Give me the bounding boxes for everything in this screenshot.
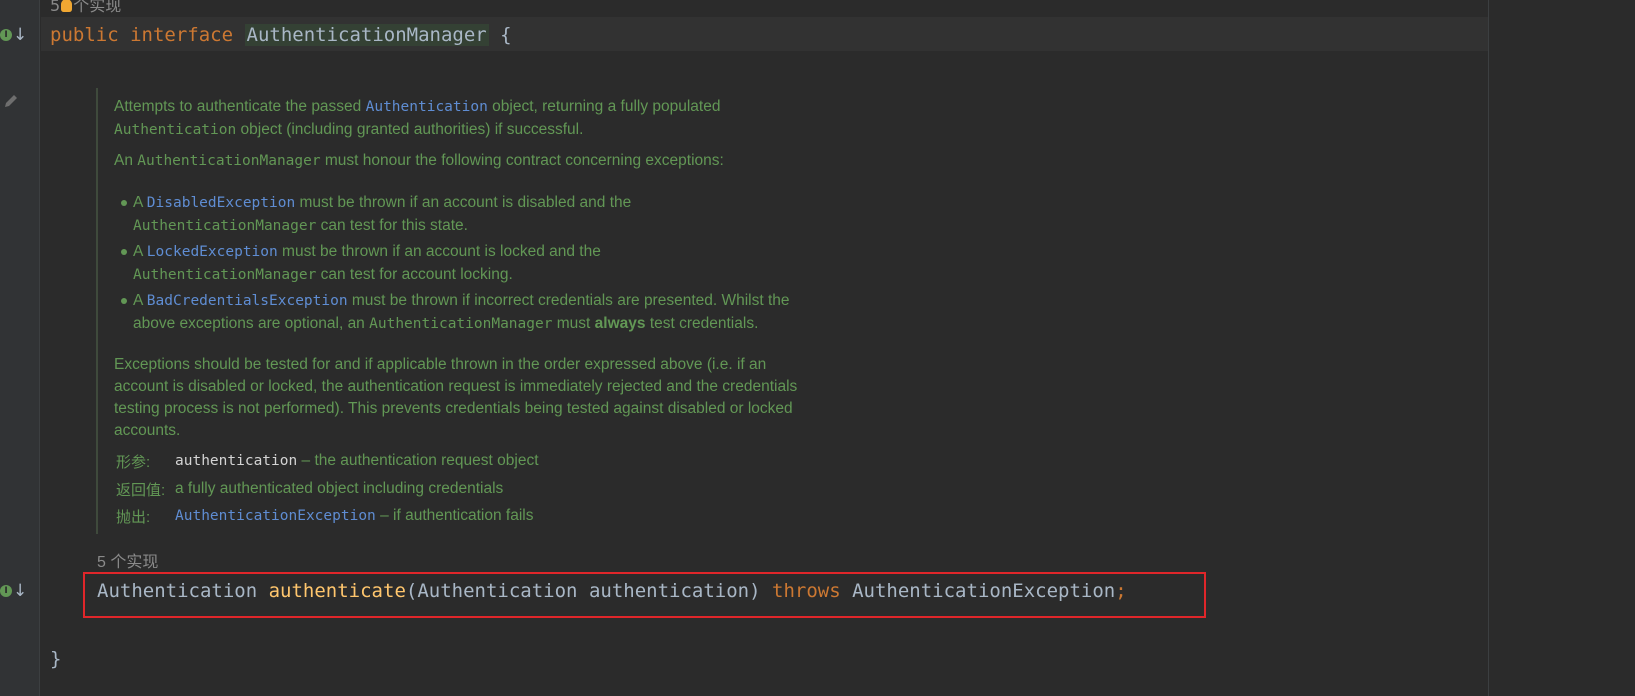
hint-count: 5	[50, 0, 61, 15]
implemented-gutter-icon[interactable]: I ↓	[0, 25, 28, 46]
implemented-method-gutter-icon[interactable]: I ↓	[0, 581, 28, 602]
return-desc: a fully authenticated object including c…	[175, 480, 504, 497]
doc-link-locked-exception[interactable]: LockedException	[147, 244, 278, 260]
lightbulb-icon[interactable]	[61, 0, 73, 12]
arrow-down-icon: ↓	[13, 25, 28, 45]
doc-paragraph-3-line-4: accounts.	[114, 422, 181, 439]
arrow-down-icon: ↓	[13, 581, 28, 601]
return-label: 返回值:	[116, 482, 166, 499]
doc-bullet-2-cont: AuthenticationManager can test for accou…	[133, 266, 513, 283]
interface-declaration[interactable]: public interface AuthenticationManager {	[50, 23, 512, 47]
doc-paragraph-1: Attempts to authenticate the passed Auth…	[114, 98, 721, 115]
param-desc: authentication – the authentication requ…	[175, 452, 539, 469]
hint-text: 个实现	[73, 0, 122, 15]
doc-paragraph-2: An AuthenticationManager must honour the…	[114, 152, 724, 169]
doc-paragraph-3-line-1: Exceptions should be tested for and if a…	[114, 356, 767, 373]
implementations-hint[interactable]: 5 个实现	[97, 548, 158, 572]
doc-link-bad-credentials-exception[interactable]: BadCredentialsException	[147, 293, 348, 309]
doc-paragraph-3-line-3: testing process is not performed). This …	[114, 400, 793, 417]
doc-paragraph-1-cont: Authentication object (including granted…	[114, 121, 584, 138]
method-declaration[interactable]: Authentication authenticate(Authenticati…	[97, 579, 1127, 603]
exception-type[interactable]: AuthenticationException	[852, 580, 1115, 602]
doc-bullet-3: A BadCredentialsException must be thrown…	[133, 292, 790, 309]
doc-paragraph-3-line-2: account is disabled or locked, the authe…	[114, 378, 798, 395]
doc-link-authentication-exception[interactable]: AuthenticationException	[175, 508, 376, 524]
bullet-icon	[121, 249, 127, 255]
doc-bullet-2: A LockedException must be thrown if an a…	[133, 243, 601, 260]
param-label: 形参:	[116, 454, 151, 471]
bullet-icon	[121, 200, 127, 206]
return-type[interactable]: Authentication	[97, 580, 257, 602]
bullet-icon	[121, 298, 127, 304]
doc-link-authentication[interactable]: Authentication	[366, 99, 488, 115]
doc-bullet-1-cont: AuthenticationManager can test for this …	[133, 217, 468, 234]
doc-bullet-3-cont: above exceptions are optional, an Authen…	[133, 315, 759, 332]
throws-label: 抛出:	[116, 509, 151, 526]
param-name[interactable]: authentication	[589, 580, 749, 602]
doc-link-disabled-exception[interactable]: DisabledException	[147, 195, 295, 211]
throws-desc: AuthenticationException – if authenticat…	[175, 507, 534, 524]
closing-brace: }	[50, 648, 62, 670]
right-margin-guide	[1488, 0, 1489, 696]
interface-name[interactable]: AuthenticationManager	[244, 24, 489, 46]
implementations-hint-top[interactable]: 5 个实现	[50, 0, 121, 16]
param-type[interactable]: Authentication	[417, 580, 577, 602]
edit-pencil-icon[interactable]	[2, 92, 20, 110]
method-name[interactable]: authenticate	[269, 580, 406, 602]
doc-bullet-1: A DisabledException must be thrown if an…	[133, 194, 632, 211]
